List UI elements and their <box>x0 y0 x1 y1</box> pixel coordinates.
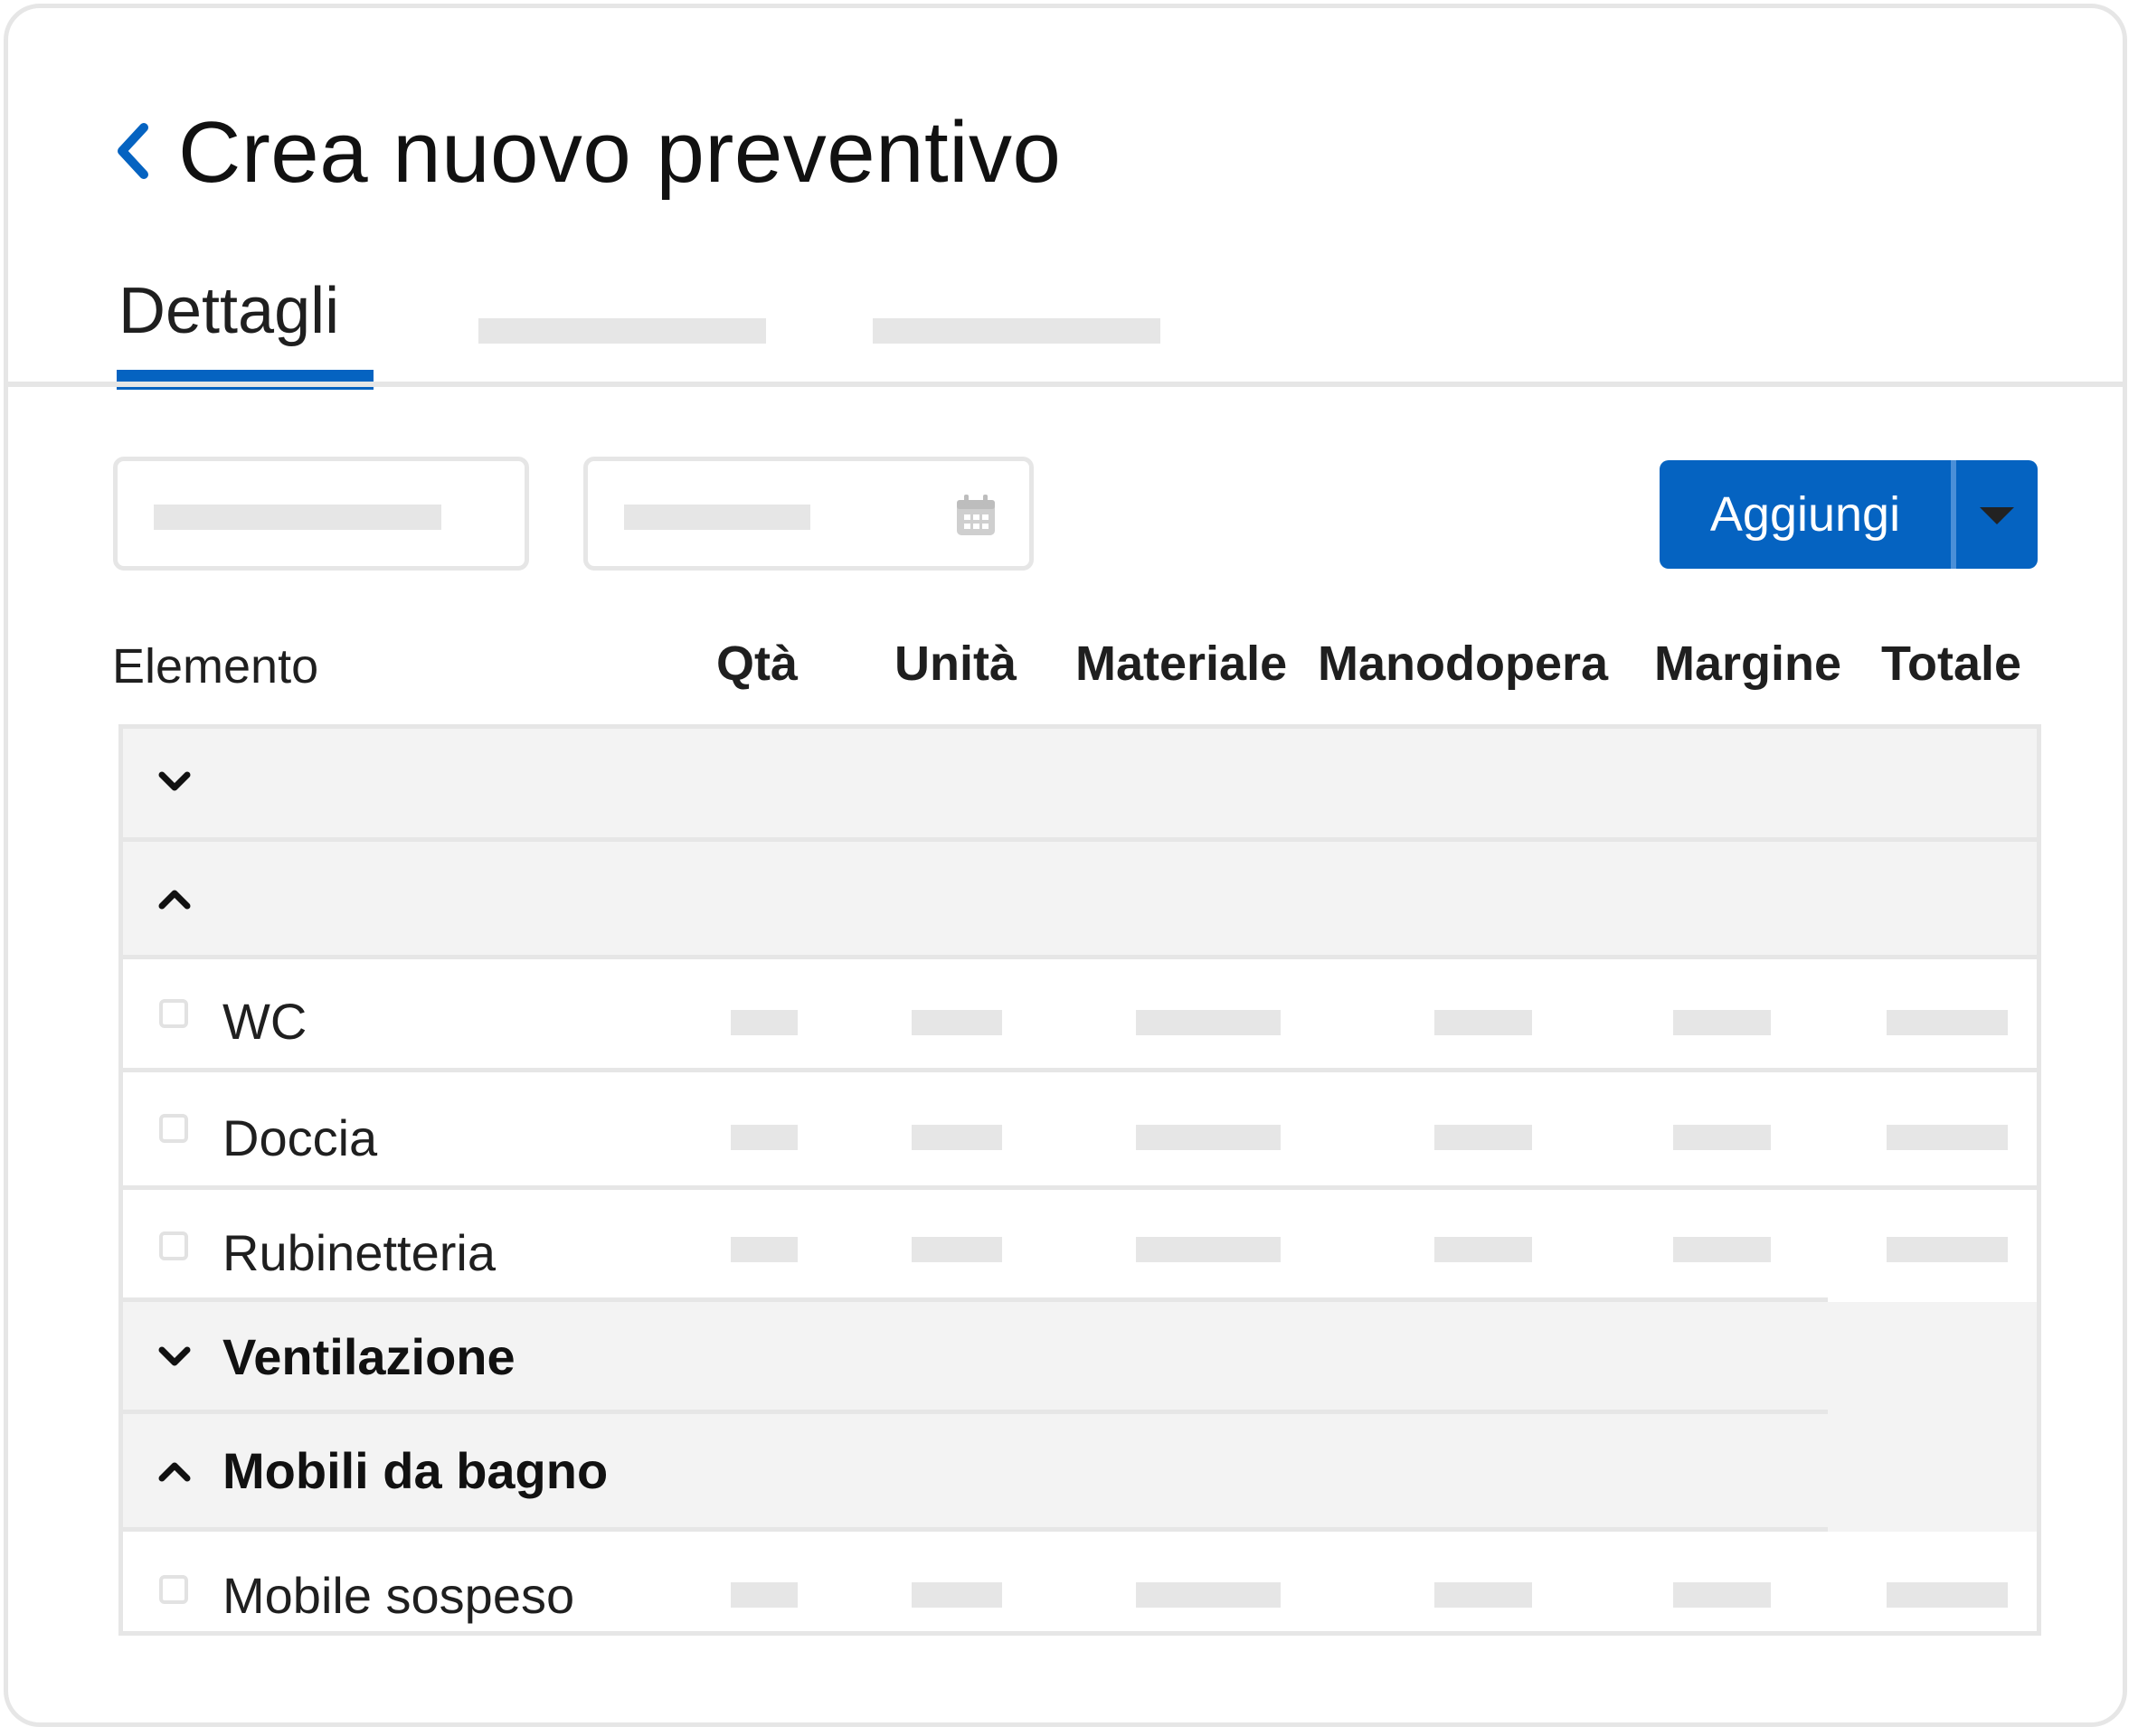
button-separator <box>1951 460 1956 569</box>
chevron-down-icon[interactable] <box>157 1345 192 1369</box>
labor-placeholder <box>1434 1010 1532 1035</box>
item-label: Doccia <box>222 1109 378 1166</box>
group-row[interactable]: Mobili da bagno <box>123 1414 2037 1532</box>
column-header-margine: Margine <box>1654 637 1842 691</box>
name-input[interactable] <box>113 457 529 571</box>
input-placeholder <box>624 505 810 530</box>
material-placeholder <box>1136 1125 1281 1150</box>
material-placeholder <box>1136 1582 1281 1608</box>
column-header-elemento: Elemento <box>112 639 319 693</box>
material-placeholder <box>1136 1010 1281 1035</box>
page-title: Crea nuovo preventivo <box>178 104 1062 201</box>
group-label: Ventilazione <box>222 1328 516 1385</box>
tab-placeholder-3[interactable] <box>873 318 1160 344</box>
date-input[interactable] <box>583 457 1034 571</box>
row-checkbox[interactable] <box>159 1114 188 1143</box>
input-placeholder <box>154 505 441 530</box>
qty-placeholder <box>731 1010 798 1035</box>
table-row[interactable]: Mobile sospeso <box>123 1532 2037 1636</box>
labor-placeholder <box>1434 1237 1532 1262</box>
table-row[interactable]: Rubinetteria <box>123 1190 2037 1302</box>
add-button[interactable]: Aggiungi <box>1660 460 1951 569</box>
caret-down-icon[interactable] <box>1980 507 2014 524</box>
total-placeholder <box>1887 1582 2008 1608</box>
item-label: Rubinetteria <box>222 1224 496 1281</box>
column-header-manodopera: Manodopera <box>1318 637 1609 691</box>
group-label: Mobili da bagno <box>222 1442 609 1499</box>
unit-placeholder <box>912 1010 1002 1035</box>
add-button-group: Aggiungi <box>1660 460 2038 569</box>
material-placeholder <box>1136 1237 1281 1262</box>
chevron-up-icon[interactable] <box>157 1459 192 1483</box>
labor-placeholder <box>1434 1125 1532 1150</box>
margin-placeholder <box>1673 1010 1771 1035</box>
margin-placeholder <box>1673 1237 1771 1262</box>
item-label: Mobile sospeso <box>222 1567 575 1624</box>
column-header-qta: Qtà <box>716 637 799 691</box>
total-placeholder <box>1887 1237 2008 1262</box>
row-checkbox[interactable] <box>159 999 188 1028</box>
column-header-totale: Totale <box>1881 637 2022 691</box>
group-row[interactable]: Ventilazione <box>123 1302 2037 1414</box>
column-header-unita: Unità <box>894 637 1017 691</box>
total-placeholder <box>1887 1010 2008 1035</box>
labor-placeholder <box>1434 1582 1532 1608</box>
group-row[interactable] <box>123 729 2037 842</box>
column-header-materiale: Materiale <box>1075 637 1288 691</box>
qty-placeholder <box>731 1582 798 1608</box>
quote-editor-card: Crea nuovo preventivo Dettagli Aggiungi … <box>4 4 2127 1727</box>
total-placeholder <box>1887 1125 2008 1150</box>
row-checkbox[interactable] <box>159 1231 188 1260</box>
row-checkbox[interactable] <box>159 1575 188 1604</box>
table-row[interactable]: Doccia <box>123 1072 2037 1190</box>
items-table: WC Doccia Rubinetteria Ventilazione Mobi… <box>118 724 2041 1636</box>
qty-placeholder <box>731 1237 798 1262</box>
chevron-up-icon[interactable] <box>157 887 192 910</box>
chevron-down-icon[interactable] <box>157 770 192 794</box>
margin-placeholder <box>1673 1125 1771 1150</box>
unit-placeholder <box>912 1237 1002 1262</box>
tabs-divider <box>8 382 2123 387</box>
tab-dettagli[interactable]: Dettagli <box>118 270 339 352</box>
item-label: WC <box>222 993 307 1050</box>
unit-placeholder <box>912 1582 1002 1608</box>
table-row[interactable]: WC <box>123 959 2037 1072</box>
unit-placeholder <box>912 1125 1002 1150</box>
calendar-icon[interactable] <box>955 494 997 537</box>
margin-placeholder <box>1673 1582 1771 1608</box>
tab-placeholder-2[interactable] <box>478 318 766 344</box>
chevron-left-icon[interactable] <box>115 122 151 180</box>
qty-placeholder <box>731 1125 798 1150</box>
group-row[interactable] <box>123 842 2037 959</box>
